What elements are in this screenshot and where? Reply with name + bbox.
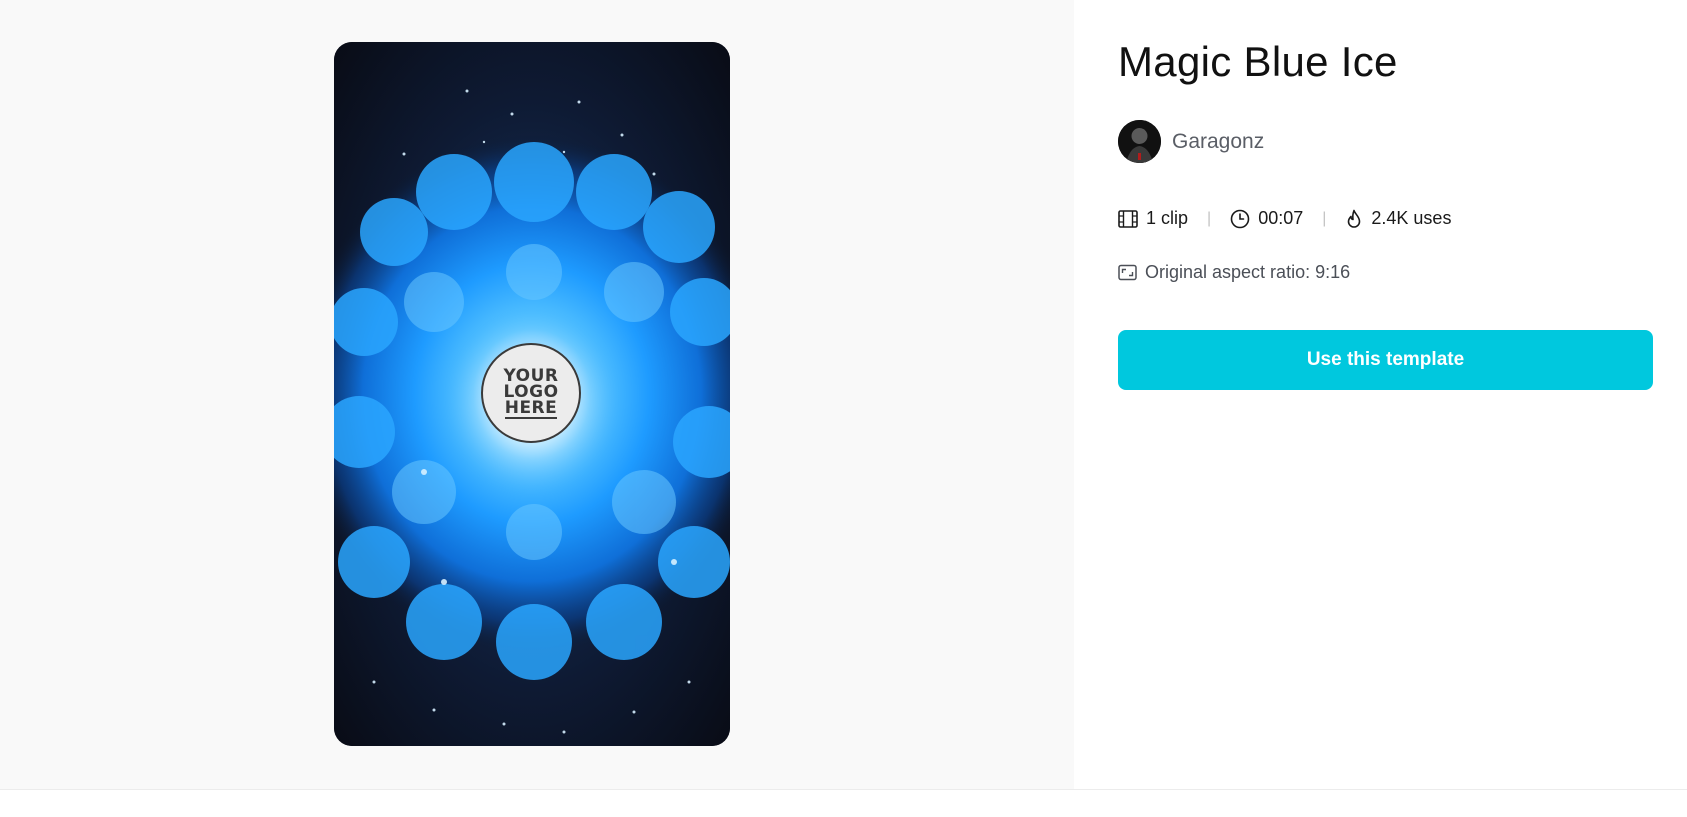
preview-pane: YOUR LOGO HERE — [0, 0, 1074, 789]
aspect-ratio-info: Original aspect ratio: 9:16 — [1118, 262, 1350, 283]
author-row[interactable]: Garagonz — [1118, 120, 1264, 163]
bottom-divider — [0, 789, 1687, 790]
logo-placeholder: YOUR LOGO HERE — [481, 343, 581, 443]
logo-placeholder-line-3: HERE — [504, 397, 558, 419]
aspect-ratio-label: Original aspect ratio: 9:16 — [1145, 262, 1351, 282]
clip-count-label: 1 clip — [1146, 208, 1189, 228]
clock-icon — [1230, 209, 1250, 228]
use-template-button[interactable]: Use this template — [1118, 330, 1653, 390]
clip-count: 1 clip — [1118, 208, 1188, 229]
use-count-label: 2.4K uses — [1371, 208, 1452, 228]
author-avatar[interactable] — [1118, 120, 1161, 163]
template-detail-page: YOUR LOGO HERE Magic Blue Ice Garagonz 1… — [0, 0, 1687, 817]
author-name[interactable]: Garagonz — [1172, 130, 1264, 154]
film-icon — [1118, 209, 1138, 228]
flame-icon — [1348, 209, 1361, 228]
aspect-ratio-icon — [1118, 264, 1137, 281]
duration: 00:07 — [1230, 208, 1303, 229]
stats-separator: | — [1322, 209, 1327, 227]
template-title: Magic Blue Ice — [1118, 38, 1398, 85]
template-video-preview[interactable]: YOUR LOGO HERE — [334, 42, 730, 746]
duration-label: 00:07 — [1258, 208, 1304, 228]
template-stats: 1 clip | 00:07 | 2.4K uses — [1118, 208, 1451, 229]
stats-separator: | — [1207, 209, 1212, 227]
use-count: 2.4K uses — [1345, 208, 1451, 229]
